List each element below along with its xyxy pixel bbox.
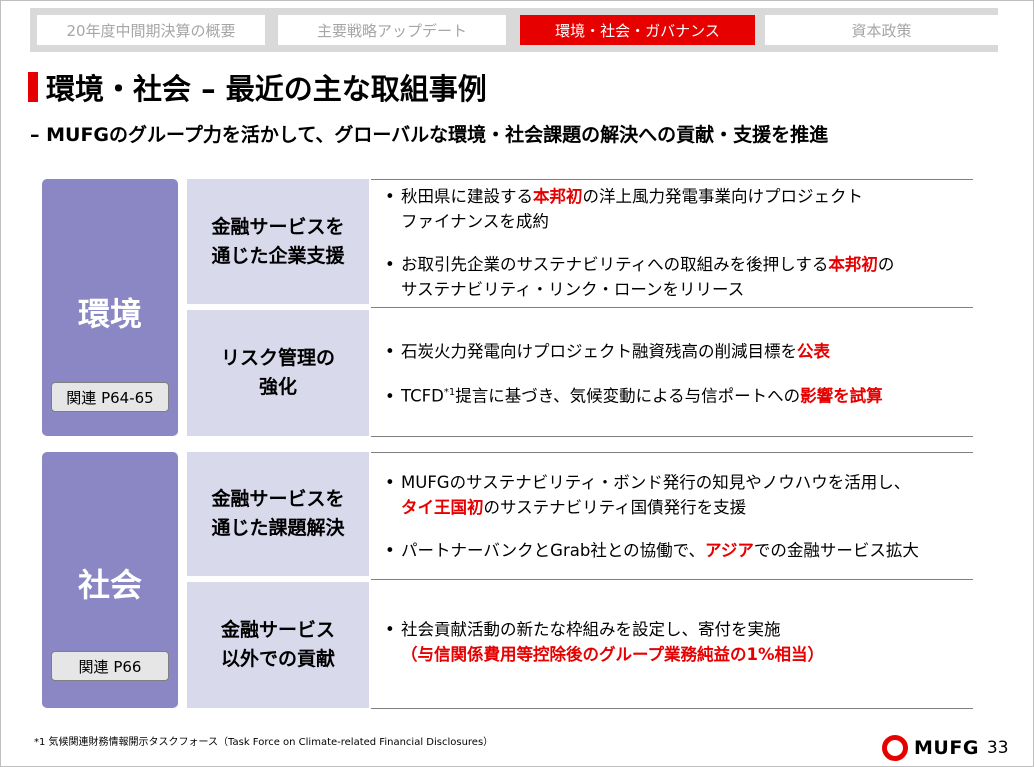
tab-strategy-update[interactable]: 主要戦略アップデート (278, 15, 506, 45)
list-item: • MUFGのサステナビリティ・ボンド発行の知見やノウハウを活用し、 タイ王国初の… (385, 470, 910, 520)
environment-content-2: • 石炭火力発電向けプロジェクト融資残高の削減目標を公表 • TCFD*1提言に基づ… (375, 307, 973, 436)
society-content-1: • MUFGのサステナビリティ・ボンド発行の知見やノウハウを活用し、 タイ王国初の… (375, 452, 973, 579)
list-item: • お取引先企業のサステナビリティへの取組みを後押しする本邦初の サステナビリティ… (385, 252, 894, 302)
footnote: *1 気候関連財務情報開示タスクフォース（Task Force on Clima… (34, 737, 494, 748)
sub-label-line: 以外での貢献 (220, 648, 335, 670)
sub-label-line: 金融サービス (220, 619, 335, 641)
environment-sub-financial-support: 金融サービスを 通じた企業支援 (187, 179, 369, 304)
bullet-icon: • (385, 386, 395, 406)
category-society: 社会 関連 P66 (42, 452, 178, 708)
sub-label-line: 通じた企業支援 (211, 244, 345, 267)
logo-text: MUFG (914, 737, 979, 759)
category-environment-label: 環境 (77, 295, 142, 333)
bullet-icon: • (385, 541, 395, 560)
list-item: • 石炭火力発電向けプロジェクト融資残高の削減目標を公表 (385, 339, 830, 364)
sub-label-line: リスク管理の (220, 347, 335, 369)
list-item: • 秋田県に建設する本邦初の洋上風力発電事業向けプロジェクト ファイナンスを成約 (385, 184, 863, 234)
society-sub-non-financial: 金融サービス 以外での貢献 (187, 582, 369, 708)
bullet-icon: • (385, 255, 395, 274)
category-environment: 環境 関連 P64-65 (42, 179, 178, 436)
sub-label-line: 強化 (258, 376, 297, 398)
bullet-icon: • (385, 620, 395, 639)
section-tabs: 20年度中間期決算の概要 主要戦略アップデート 環境・社会・ガバナンス 資本政策 (30, 8, 998, 52)
category-society-label: 社会 (77, 566, 142, 604)
sub-label-line: 通じた課題解決 (211, 517, 345, 539)
list-item: • TCFD*1提言に基づき、気候変動による与信ポートへの影響を試算 (385, 380, 883, 409)
title-accent-bar (28, 72, 38, 102)
sub-label-line: 金融サービスを (211, 488, 345, 510)
sub-label-line: 金融サービスを (211, 215, 345, 238)
society-content-2: • 社会貢献活動の新たな枠組みを設定し、寄付を実施 （与信関係費用等控除後のグルー… (375, 579, 973, 708)
environment-sub-risk-management: リスク管理の 強化 (187, 310, 369, 436)
footer-branding: MUFG 33 (882, 735, 1009, 761)
society-reference-badge: 関連 P66 (51, 651, 169, 681)
tab-esg[interactable]: 環境・社会・ガバナンス (520, 15, 755, 45)
page-number: 33 (986, 738, 1009, 758)
bullet-icon: • (385, 342, 395, 361)
mufg-logo-icon (882, 735, 908, 761)
society-sub-financial-solutions: 金融サービスを 通じた課題解決 (187, 452, 369, 576)
divider (371, 708, 973, 709)
bullet-icon: • (385, 187, 395, 206)
divider (371, 436, 973, 437)
page-title: 環境・社会 – 最近の主な取組事例 (46, 72, 487, 106)
list-item: • 社会貢献活動の新たな枠組みを設定し、寄付を実施 （与信関係費用等控除後のグルー… (385, 617, 824, 667)
page-subtitle: – MUFGのグループ力を活かして、グローバルな環境・社会課題の解決への貢献・支… (30, 124, 829, 146)
list-item: • パートナーバンクとGrab社との協働で、アジアでの金融サービス拡大 (385, 538, 919, 563)
environment-reference-badge: 関連 P64-65 (51, 382, 169, 412)
tab-capital-policy[interactable]: 資本政策 (765, 15, 998, 45)
environment-content-1: • 秋田県に建設する本邦初の洋上風力発電事業向けプロジェクト ファイナンスを成約 … (375, 179, 973, 307)
tab-financial-summary[interactable]: 20年度中間期決算の概要 (37, 15, 265, 45)
bullet-icon: • (385, 473, 395, 492)
